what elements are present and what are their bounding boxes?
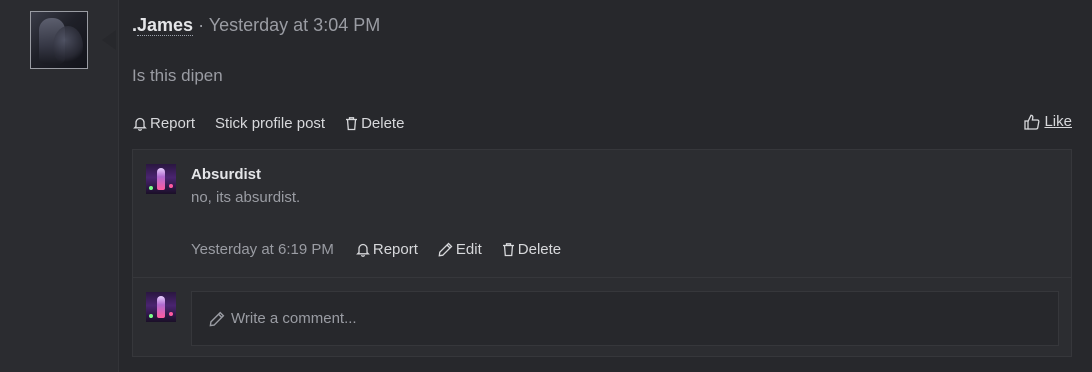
- avatar-shadow: [53, 26, 83, 66]
- trash-icon: [345, 116, 358, 131]
- comments-section: Absurdist no, its absurdist. Yesterday a…: [132, 149, 1072, 357]
- comment-edit-label: Edit: [455, 241, 482, 258]
- comment-report-label: Report: [372, 241, 418, 258]
- separator-dot: ·: [198, 15, 205, 35]
- message-pointer: [102, 30, 116, 50]
- comment-author[interactable]: Absurdist: [191, 166, 261, 183]
- post-author-name: James: [137, 15, 194, 36]
- pencil-icon: [438, 242, 453, 257]
- comment-divider: [133, 277, 1071, 278]
- post-body: Is this dipen: [132, 66, 223, 85]
- avatar-glow: [169, 184, 173, 188]
- post-author-link[interactable]: .James: [132, 15, 194, 36]
- comment-delete-label: Delete: [517, 241, 562, 258]
- comment-text: no, its absurdist.: [191, 189, 301, 206]
- report-button[interactable]: Report: [133, 115, 195, 132]
- comment-author-avatar[interactable]: [146, 164, 176, 194]
- thumbs-up-icon: [1024, 114, 1040, 130]
- avatar-figure: [157, 296, 165, 318]
- post-actions: Report Stick profile post Delete: [133, 113, 424, 133]
- stick-label: Stick profile post: [215, 114, 326, 132]
- comment-edit-button[interactable]: Edit: [438, 241, 482, 258]
- delete-label: Delete: [361, 114, 405, 132]
- composer-avatar: [146, 292, 176, 322]
- profile-sidebar: [0, 0, 119, 372]
- like-button[interactable]: Like: [1024, 113, 1072, 130]
- comment-report-button[interactable]: Report: [356, 241, 418, 258]
- user-avatar[interactable]: [30, 11, 88, 69]
- comment-input[interactable]: Write a comment...: [191, 291, 1059, 346]
- pencil-icon: [209, 311, 225, 327]
- post-timestamp[interactable]: Yesterday at 3:04 PM: [209, 15, 380, 35]
- avatar-glow: [149, 186, 153, 190]
- trash-icon: [502, 242, 515, 257]
- avatar-glow: [149, 314, 153, 318]
- stick-profile-post-button[interactable]: Stick profile post: [215, 115, 325, 132]
- avatar-glow: [169, 312, 173, 316]
- post-header: .James · Yesterday at 3:04 PM: [132, 13, 380, 37]
- comment-delete-button[interactable]: Delete: [502, 241, 561, 258]
- comment-timestamp[interactable]: Yesterday at 6:19 PM: [191, 241, 334, 258]
- comment-placeholder: Write a comment...: [231, 310, 357, 327]
- report-label: Report: [150, 114, 196, 132]
- bell-icon: [133, 116, 147, 131]
- avatar-figure: [157, 168, 165, 190]
- like-label: Like: [1044, 113, 1072, 130]
- bell-icon: [356, 242, 370, 257]
- delete-button[interactable]: Delete: [345, 115, 404, 132]
- comment-actions: Yesterday at 6:19 PM Report Edit Delete: [191, 241, 581, 258]
